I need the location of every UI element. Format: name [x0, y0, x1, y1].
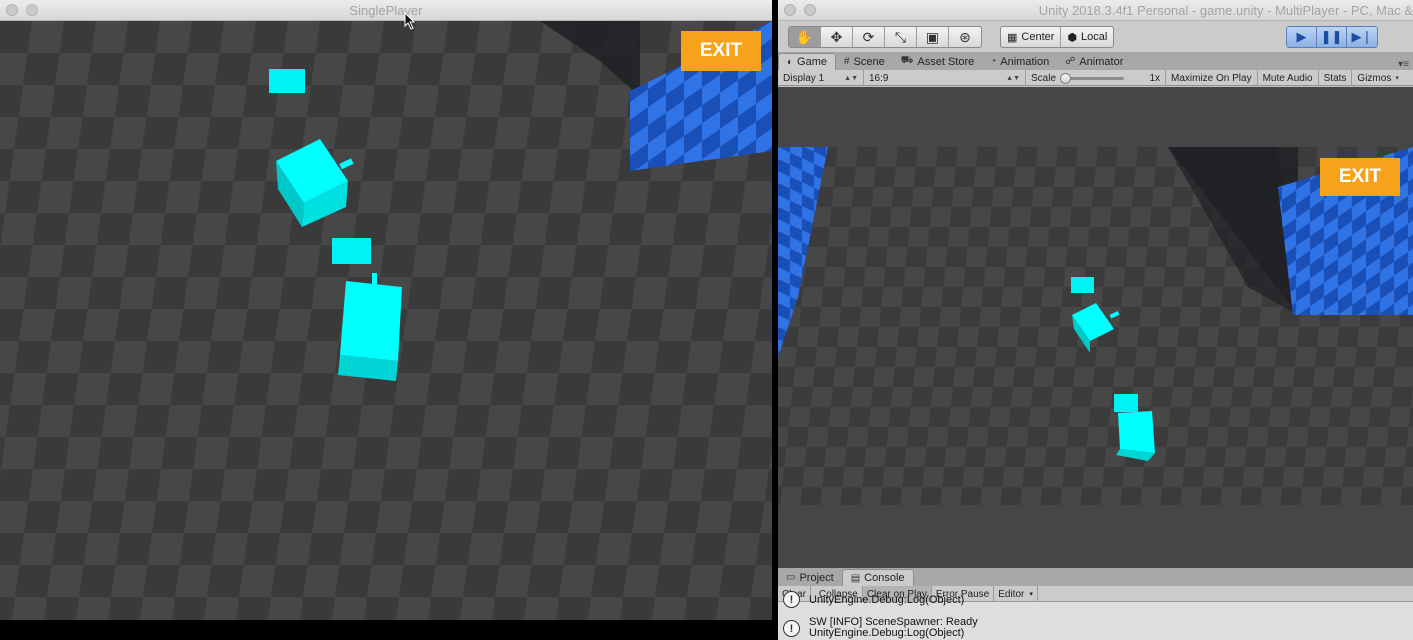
scale-control: Scale 1x: [1026, 70, 1166, 86]
exit-button[interactable]: EXIT: [681, 31, 761, 71]
tab-label: Animation: [1000, 55, 1050, 68]
single-player-window: SinglePlayer EXIT: [0, 0, 772, 620]
folder-icon: ▭: [786, 572, 796, 583]
step-icon[interactable]: ▶❘: [1347, 27, 1377, 47]
display-value: Display 1: [783, 72, 825, 84]
pivot-label: Center: [1021, 31, 1055, 43]
cube-icon: ⬢: [1067, 31, 1078, 44]
tab-animation[interactable]: ◔ Animation: [982, 53, 1057, 70]
player-name-tag: [1071, 277, 1094, 293]
transform-icon[interactable]: ⊛: [949, 27, 981, 47]
aspect-select[interactable]: 16:9 ▲▼: [864, 70, 1026, 86]
scale-label: Scale: [1031, 72, 1057, 84]
tab-label: Scene: [853, 55, 885, 68]
rotate-icon[interactable]: ⟳: [853, 27, 885, 47]
tab-label: Asset Store: [917, 55, 975, 68]
log-stacktrace: UnityEngine.Debug:Log(Object): [809, 627, 965, 639]
window-title: SinglePlayer: [349, 3, 423, 18]
animator-icon: ☍: [1065, 56, 1076, 67]
minimize-window-button[interactable]: [804, 4, 816, 16]
scale-icon[interactable]: ⤡: [885, 27, 917, 47]
log-entry[interactable]: ! SW [INFO] SceneSpawner: Ready UnityEng…: [778, 615, 1413, 639]
game-scene: [778, 147, 1413, 505]
aspect-value: 16:9: [869, 72, 889, 84]
maximize-on-play-toggle[interactable]: Maximize On Play: [1166, 70, 1258, 86]
scene-icon: #: [844, 56, 850, 67]
store-icon: ⛟: [900, 55, 914, 66]
tab-label: Project: [799, 571, 834, 584]
tab-label: Game: [797, 56, 828, 68]
console-tabs: ▭ Project ▤ Console: [778, 568, 1413, 586]
window-controls: [784, 4, 816, 16]
animation-icon: ◔: [990, 56, 997, 67]
player-cube: [338, 273, 402, 381]
game-icon: ◐: [787, 56, 794, 68]
title-bar[interactable]: Unity 2018.3.4f1 Personal - game.unity -…: [778, 0, 1413, 21]
tab-menu-icon[interactable]: ▾≡: [1398, 59, 1413, 70]
player-name-tag: [1114, 394, 1138, 412]
play-icon[interactable]: ▶: [1287, 27, 1317, 47]
pivot-center-button[interactable]: ▦ Center: [1001, 27, 1062, 47]
mouse-cursor-icon: [404, 12, 416, 30]
dropdown-arrow-icon: ▾: [1395, 75, 1399, 82]
exit-button[interactable]: EXIT: [1320, 158, 1400, 196]
scale-slider[interactable]: [1060, 72, 1125, 84]
toggle-label: Stats: [1323, 72, 1347, 84]
dropdown-arrow-icon: ▲▼: [844, 74, 858, 82]
game-view-toolbar: Display 1 ▲▼ 16:9 ▲▼ Scale 1x Maximize O…: [778, 70, 1413, 86]
game-scene: [0, 21, 772, 620]
player-name-tag: [332, 238, 371, 264]
tab-game[interactable]: ◐ Game: [778, 53, 837, 70]
display-select[interactable]: Display 1 ▲▼: [778, 70, 864, 86]
mute-audio-toggle[interactable]: Mute Audio: [1258, 70, 1319, 86]
tab-label: Console: [864, 572, 905, 584]
log-stacktrace: UnityEngine.Debug:Log(Object): [809, 594, 965, 606]
editor-toolbar: ✋ ✥ ⟳ ⤡ ▣ ⊛ ▦ Center ⬢ Local ▶ ❚❚ ▶❘: [778, 21, 1413, 53]
toggle-label: Gizmos: [1357, 72, 1392, 84]
title-bar[interactable]: SinglePlayer: [0, 0, 772, 21]
game-viewport[interactable]: EXIT: [778, 147, 1413, 505]
gizmos-dropdown[interactable]: Gizmos ▾: [1352, 70, 1403, 86]
tab-scene[interactable]: # Scene: [836, 53, 893, 70]
window-title: Unity 2018.3.4f1 Personal - game.unity -…: [1038, 3, 1413, 18]
info-icon: !: [783, 620, 800, 637]
space-local-button[interactable]: ⬢ Local: [1061, 27, 1113, 47]
player-name-tag: [269, 69, 305, 93]
pivot-icon: ▦: [1007, 31, 1018, 44]
stats-toggle[interactable]: Stats: [1319, 70, 1353, 86]
game-viewport[interactable]: EXIT: [0, 21, 772, 620]
toggle-label: Maximize On Play: [1171, 72, 1252, 84]
tab-asset-store[interactable]: ⛟ Asset Store: [893, 53, 982, 70]
log-entry[interactable]: ! UnityEngine.Debug:Log(Object): [778, 591, 1413, 615]
tab-console[interactable]: ▤ Console: [841, 569, 914, 586]
move-icon[interactable]: ✥: [821, 27, 853, 47]
info-icon: !: [783, 591, 800, 608]
tab-label: Animator: [1079, 55, 1124, 68]
play-controls: ▶ ❚❚ ▶❘: [1286, 26, 1378, 48]
unity-editor-window: Unity 2018.3.4f1 Personal - game.unity -…: [778, 0, 1413, 640]
console-log-list[interactable]: ! UnityEngine.Debug:Log(Object) ! SW [IN…: [778, 591, 1413, 640]
scale-value: 1x: [1149, 72, 1160, 84]
player-cube: [1116, 411, 1155, 461]
tab-animator[interactable]: ☍ Animator: [1057, 53, 1131, 70]
space-label: Local: [1081, 31, 1108, 43]
console-icon: ▤: [850, 572, 861, 584]
tab-project[interactable]: ▭ Project: [778, 569, 842, 586]
view-tabs: ◐ Game # Scene ⛟ Asset Store ◔ Animation…: [778, 53, 1413, 70]
pause-icon[interactable]: ❚❚: [1317, 27, 1347, 47]
toggle-label: Mute Audio: [1262, 72, 1313, 84]
scale-slider-handle[interactable]: [1060, 72, 1072, 84]
transform-tools: ✋ ✥ ⟳ ⤡ ▣ ⊛: [788, 26, 982, 48]
rect-icon[interactable]: ▣: [917, 27, 949, 47]
dropdown-arrow-icon: ▲▼: [1006, 74, 1020, 82]
close-window-button[interactable]: [784, 4, 796, 16]
pivot-toggles: ▦ Center ⬢ Local: [1000, 26, 1115, 48]
hand-icon[interactable]: ✋: [789, 27, 821, 47]
